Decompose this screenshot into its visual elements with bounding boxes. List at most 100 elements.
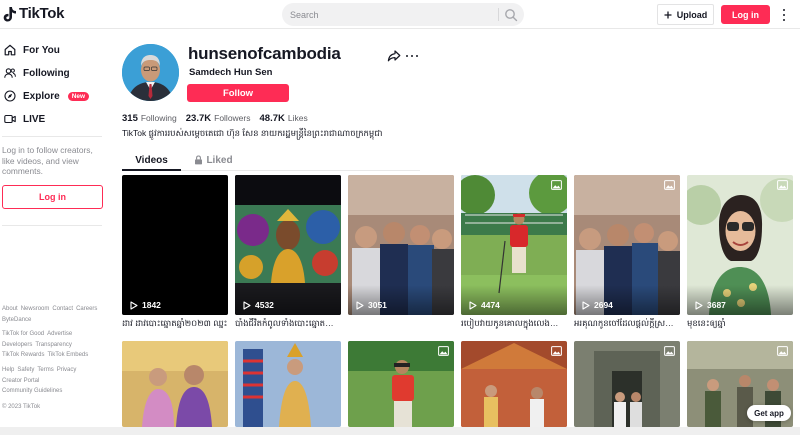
footer-link[interactable]: TikTok for Good bbox=[2, 331, 44, 337]
footer-link[interactable]: Newsroom bbox=[21, 306, 50, 312]
footer-link[interactable]: Privacy bbox=[57, 367, 77, 373]
login-prompt-text: Log in to follow creators, like videos, … bbox=[2, 145, 93, 176]
play-icon bbox=[243, 300, 251, 310]
footer-link[interactable]: Advertise bbox=[47, 331, 72, 337]
search-divider bbox=[498, 8, 499, 21]
footer-link[interactable]: ByteDance bbox=[2, 317, 31, 323]
header-login-button[interactable]: Log in bbox=[721, 5, 770, 24]
nav-live[interactable]: LIVE bbox=[4, 109, 45, 129]
view-count: 4532 bbox=[243, 300, 274, 310]
dot bbox=[783, 19, 785, 21]
footer-link[interactable]: Contact bbox=[52, 306, 73, 312]
dot bbox=[410, 54, 414, 58]
tiktok-logo[interactable]: TikTok bbox=[3, 5, 64, 22]
video-caption[interactable]: របៀបវាយកូនគោលក្នុងលេងហ្គោលខ្លី bbox=[461, 318, 567, 331]
video-thumbnail bbox=[122, 341, 228, 427]
sidebar-divider bbox=[2, 136, 102, 137]
footer-link[interactable]: TikTok Embeds bbox=[47, 352, 88, 358]
profile-avatar bbox=[122, 44, 179, 101]
share-icon[interactable] bbox=[387, 49, 401, 63]
stat-following[interactable]: 315 Following bbox=[122, 113, 177, 124]
photo-mode-icon bbox=[551, 346, 562, 356]
stat-followers[interactable]: 23.7K Followers bbox=[186, 113, 251, 124]
footer-link[interactable]: About bbox=[2, 306, 18, 312]
profile-nickname: Samdech Hun Sen bbox=[189, 67, 273, 78]
video-card[interactable]: 1842 bbox=[122, 175, 228, 315]
view-count-value: 4532 bbox=[255, 300, 274, 310]
video-card[interactable] bbox=[574, 341, 680, 427]
sidebar: For You Following Explore New LIVE Log i… bbox=[0, 30, 112, 435]
nav-explore[interactable]: Explore New bbox=[4, 86, 90, 106]
footer-link[interactable]: TikTok Rewards bbox=[2, 352, 44, 358]
footer-links-3: Help Safety Terms Privacy Creator Portal Comm… bbox=[2, 365, 108, 397]
video-card[interactable]: 4532 bbox=[235, 175, 341, 315]
sidebar-divider bbox=[2, 225, 102, 226]
footer-link[interactable]: Transparency bbox=[35, 342, 71, 348]
stat-label: Likes bbox=[287, 113, 308, 123]
tiktok-note-icon bbox=[3, 6, 17, 21]
play-icon bbox=[582, 300, 590, 310]
view-count-value: 3687 bbox=[707, 300, 726, 310]
footer-link[interactable]: Safety bbox=[17, 367, 34, 373]
footer-link[interactable]: Community Guidelines bbox=[2, 388, 62, 394]
footer-link[interactable]: Creator Portal bbox=[2, 378, 39, 384]
footer-link[interactable]: Help bbox=[2, 367, 14, 373]
search-icon[interactable] bbox=[504, 8, 518, 22]
view-count: 1842 bbox=[130, 300, 161, 310]
video-card[interactable] bbox=[235, 341, 341, 427]
play-icon bbox=[130, 300, 138, 310]
profile-bio: TikTok ផ្លូវការរបស់សម្តេចតេជោ ហ៊ុន សែន ន… bbox=[122, 128, 383, 138]
nav-for-you[interactable]: For You bbox=[4, 40, 60, 60]
stat-value: 48.7K bbox=[259, 113, 285, 124]
video-card[interactable] bbox=[348, 341, 454, 427]
video-card[interactable]: 3687 bbox=[687, 175, 793, 315]
footer-link[interactable]: Terms bbox=[37, 367, 53, 373]
nav-following[interactable]: Following bbox=[4, 63, 70, 83]
nav-label: For You bbox=[23, 44, 60, 56]
photo-mode-icon bbox=[438, 346, 449, 356]
video-caption[interactable]: មុខនេះឲ្យឆ្នាំ bbox=[687, 318, 793, 331]
stat-label: Following bbox=[140, 113, 177, 123]
video-card[interactable]: 2694 bbox=[574, 175, 680, 315]
tab-liked[interactable]: Liked bbox=[182, 150, 245, 170]
photo-mode-icon bbox=[664, 180, 675, 190]
tab-videos[interactable]: Videos bbox=[122, 150, 181, 170]
get-app-button[interactable]: Get app bbox=[747, 405, 791, 421]
video-caption[interactable]: ដាវ ដាវបោះឆ្នោតឆ្នាំ២០២៣ ឈ្នះ bbox=[122, 318, 228, 331]
profile-more-icon[interactable] bbox=[405, 51, 419, 61]
dot bbox=[406, 54, 409, 58]
video-caption[interactable]: អរគុណកូនចៅដែលផ្តល់ក្តីស្រលាញ់... bbox=[574, 318, 680, 331]
follow-button[interactable]: Follow bbox=[187, 84, 289, 102]
video-card[interactable]: 4474 bbox=[461, 175, 567, 315]
view-count-value: 4474 bbox=[481, 300, 500, 310]
search-bar bbox=[282, 3, 524, 26]
video-caption[interactable]: បាំងជីវិតកំពូលទាំងបោះឆ្នោតថ្ងៃ២... bbox=[235, 318, 341, 331]
active-tab-indicator bbox=[122, 169, 181, 171]
compass-icon bbox=[4, 90, 16, 102]
photo-mode-icon bbox=[777, 346, 788, 356]
video-card[interactable]: 3051 bbox=[348, 175, 454, 315]
upload-button[interactable]: Upload bbox=[657, 4, 714, 25]
stat-value: 315 bbox=[122, 113, 138, 124]
footer-links-1: About Newsroom Contact Careers ByteDance bbox=[2, 304, 108, 325]
following-icon bbox=[4, 67, 16, 79]
search-input[interactable] bbox=[282, 3, 492, 26]
top-header: TikTok Upload Log in bbox=[0, 0, 800, 29]
view-count-value: 2694 bbox=[594, 300, 613, 310]
live-icon bbox=[4, 113, 16, 125]
stat-label: Followers bbox=[214, 113, 251, 123]
video-card[interactable] bbox=[122, 341, 228, 427]
dot bbox=[783, 9, 785, 11]
horizontal-scrollbar[interactable] bbox=[0, 427, 800, 435]
plus-icon bbox=[664, 11, 672, 18]
play-icon bbox=[356, 300, 364, 310]
view-count: 3687 bbox=[695, 300, 726, 310]
footer-link[interactable]: Developers bbox=[2, 342, 32, 348]
sidebar-login-button[interactable]: Log in bbox=[2, 185, 103, 209]
photo-mode-icon bbox=[551, 180, 562, 190]
video-thumbnail bbox=[235, 341, 341, 427]
video-card[interactable] bbox=[461, 341, 567, 427]
more-options-icon[interactable] bbox=[779, 7, 789, 23]
view-count-value: 1842 bbox=[142, 300, 161, 310]
footer-link[interactable]: Careers bbox=[76, 306, 97, 312]
